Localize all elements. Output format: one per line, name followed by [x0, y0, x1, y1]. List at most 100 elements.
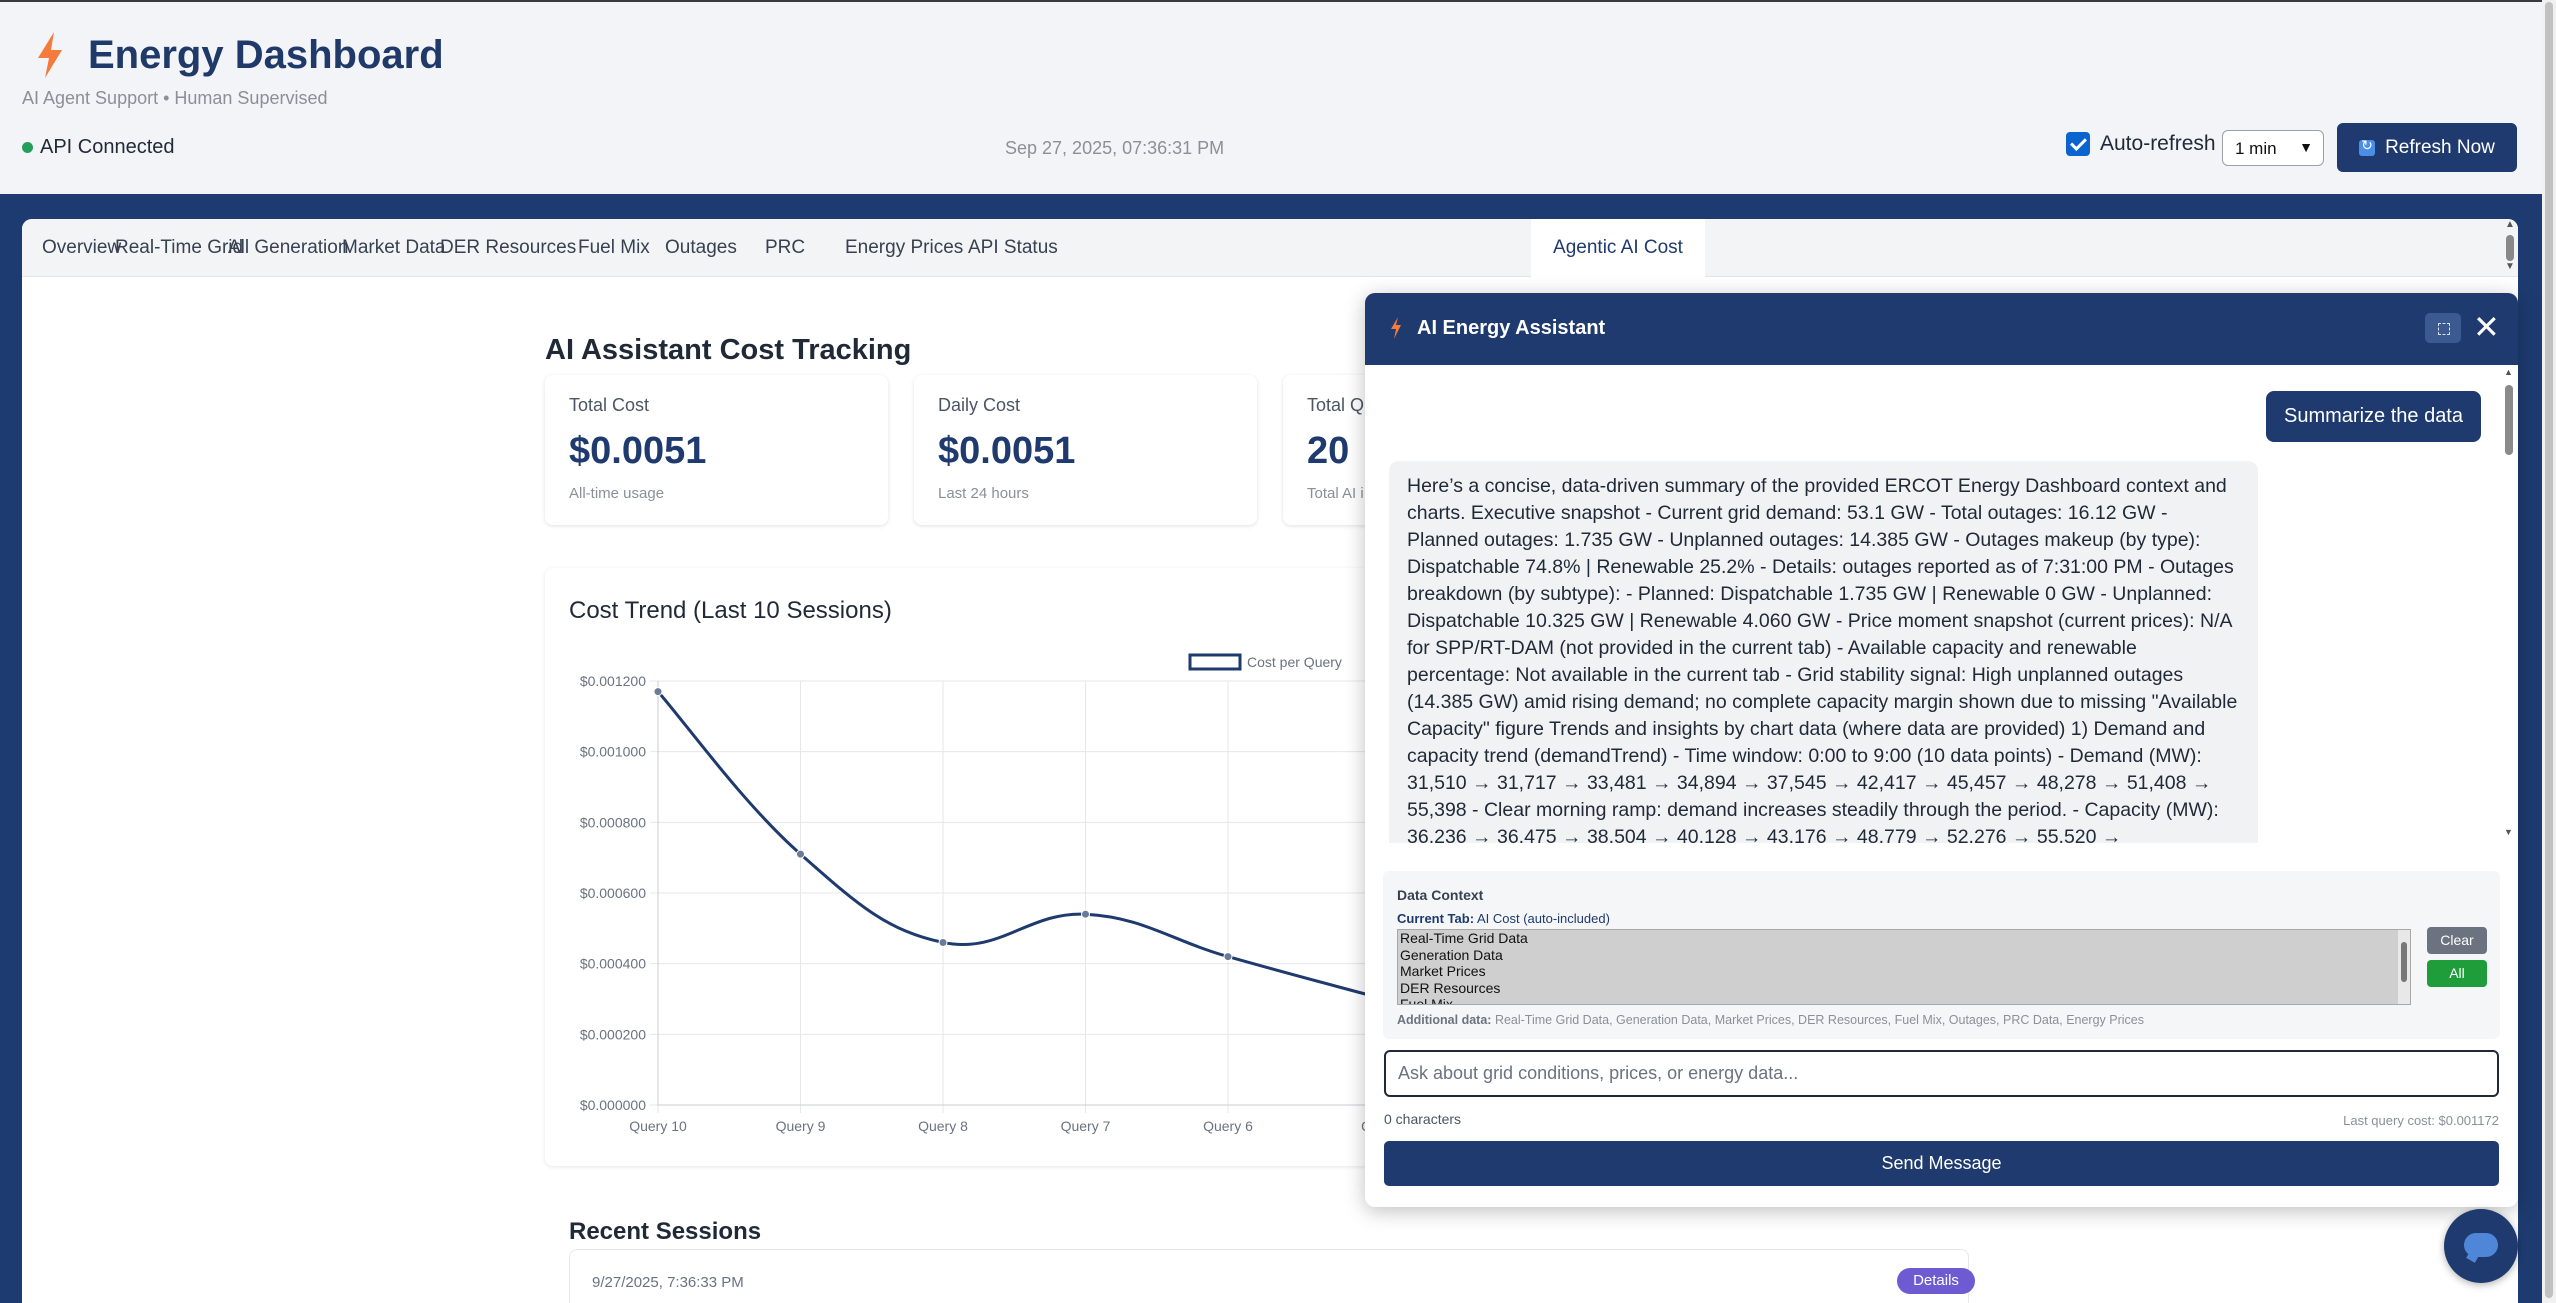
list-item[interactable]: Market Prices [1398, 963, 2410, 980]
data-context-panel: Data Context Current Tab: AI Cost (auto-… [1383, 871, 2500, 1039]
x-tick-label: Query 8 [918, 1118, 968, 1134]
character-count: 0 characters [1384, 1111, 1462, 1127]
scroll-up-icon[interactable]: ▲ [2504, 367, 2513, 377]
refresh-interval-value: 1 min [2235, 139, 2277, 158]
list-item[interactable]: Fuel Mix [1398, 996, 2410, 1004]
tab-fuel-mix-visible[interactable]: Fuel Mix [578, 219, 650, 277]
scroll-thumb[interactable] [2505, 385, 2513, 455]
refresh-now-button[interactable]: Refresh Now [2337, 123, 2517, 172]
daily-cost-card: Daily Cost $0.0051 Last 24 hours [914, 375, 1257, 525]
list-item[interactable]: DER Resources [1398, 980, 2410, 997]
list-item[interactable]: Real-Time Grid Data [1398, 930, 2410, 947]
app-title: Energy Dashboard [88, 32, 444, 77]
x-tick-label: Query 7 [1061, 1118, 1111, 1134]
tab-prc[interactable]: PRC [765, 219, 805, 277]
current-tab-label: Current Tab: [1397, 911, 1475, 926]
tab-all-generation[interactable]: All Generation [228, 219, 348, 277]
y-tick-label: $0.000600 [580, 885, 646, 901]
auto-refresh-checkbox[interactable] [2066, 132, 2090, 156]
refresh-now-label: Refresh Now [2385, 136, 2495, 158]
card-label: Daily Cost [938, 395, 1021, 415]
scroll-down-icon[interactable]: ▼ [2504, 827, 2513, 837]
chat-input[interactable]: Ask about grid conditions, prices, or en… [1384, 1050, 2499, 1097]
expand-icon[interactable] [2425, 313, 2461, 343]
chat-toggle-button[interactable] [2444, 1209, 2518, 1283]
data-point [653, 687, 663, 697]
card-value: $0.0051 [938, 430, 1076, 472]
card-label: Total Cost [569, 395, 650, 415]
x-tick-label: Query 10 [629, 1118, 687, 1134]
list-scrollbar[interactable] [2398, 930, 2410, 1004]
additional-data-label: Additional data: [1397, 1013, 1492, 1027]
app-header: Energy Dashboard AI Agent Support • Huma… [0, 0, 2556, 194]
api-status-label: API Connected [40, 136, 175, 158]
chevron-down-icon: ▼ [2299, 139, 2313, 155]
legend-label: Cost per Query [1247, 654, 1342, 670]
tab-real-time-grid[interactable]: Real-Time Grid [115, 219, 243, 277]
y-tick-label: $0.000400 [580, 956, 646, 972]
card-subtext: All-time usage [569, 485, 665, 502]
additional-data: Additional data: Real-Time Grid Data, Ge… [1397, 1013, 2144, 1027]
scroll-thumb[interactable] [2506, 235, 2514, 261]
all-button[interactable]: All [2427, 960, 2487, 987]
series-line [656, 690, 1371, 997]
scroll-down-icon[interactable]: ▼ [2505, 261, 2515, 272]
close-icon[interactable]: ✕ [2473, 309, 2500, 345]
tab-overview[interactable]: Overview [42, 219, 121, 277]
data-point [938, 937, 948, 947]
tab-market-data[interactable]: Market Data [342, 219, 445, 277]
additional-data-value: Real-Time Grid Data, Generation Data, Ma… [1494, 1013, 2145, 1027]
page-scrollbar[interactable] [2542, 0, 2556, 1303]
user-message: Summarize the data [2266, 391, 2481, 442]
card-value: $0.0051 [569, 430, 707, 472]
y-tick-label: $0.001200 [580, 673, 646, 689]
data-point [796, 849, 805, 859]
details-button[interactable]: Details [1897, 1268, 1975, 1294]
card-subtext: Last 24 hours [938, 485, 1029, 502]
recent-sessions-title: Recent Sessions [569, 1218, 762, 1245]
assistant-message: Here’s a concise, data-driven summary of… [1389, 461, 2258, 843]
y-tick-label: $0.001000 [580, 744, 646, 760]
y-tick-label: $0.000000 [580, 1097, 646, 1113]
tabs-scrollbar[interactable]: ▲ ▼ [2504, 219, 2516, 273]
legend-swatch [1188, 653, 1242, 671]
data-context-select[interactable]: Real-Time Grid Data Generation Data Mark… [1397, 929, 2411, 1005]
clear-button[interactable]: Clear [2427, 927, 2487, 954]
lightning-bolt-icon [38, 32, 62, 78]
chat-messages[interactable]: Summarize the data Here’s a concise, dat… [1365, 365, 2518, 843]
chat-header: AI Energy Assistant ✕ [1365, 293, 2518, 365]
session-date: 9/27/2025, 7:36:33 PM [592, 1274, 744, 1291]
auto-refresh-label: Auto-refresh [2100, 132, 2216, 155]
table-row[interactable]: 9/27/2025, 7:36:33 PM Details [569, 1249, 1975, 1303]
tab-outages[interactable]: Outages [665, 219, 737, 277]
refresh-icon [2359, 137, 2376, 156]
current-tab-value: AI Cost (auto-included) [1476, 911, 1610, 926]
lightning-bolt-icon [1391, 317, 1401, 339]
data-context-title: Data Context [1397, 887, 1484, 903]
tab-bar: Overview Real-Time Grid All Generation M… [22, 219, 2518, 277]
x-tick-label: Query 9 [776, 1118, 826, 1134]
tab-energy-prices[interactable]: Energy Prices [845, 219, 963, 277]
auto-refresh-toggle[interactable]: Auto-refresh [2066, 132, 2216, 156]
list-item[interactable]: Generation Data [1398, 947, 2410, 964]
scroll-thumb[interactable] [2401, 942, 2407, 982]
total-cost-card: Total Cost $0.0051 All-time usage [545, 375, 888, 525]
tab-agentic-ai-cost[interactable]: Agentic AI Cost [1531, 219, 1705, 277]
y-tick-label: $0.000800 [580, 814, 646, 830]
refresh-interval-select[interactable]: 1 min ▼ [2222, 130, 2324, 166]
app-subtitle: AI Agent Support • Human Supervised [22, 88, 328, 108]
chat-title: AI Energy Assistant [1417, 317, 1606, 339]
api-status: API Connected [22, 136, 175, 159]
last-query-cost: Last query cost: $0.001172 [2343, 1113, 2499, 1128]
page-title: AI Assistant Cost Tracking [545, 334, 912, 366]
scroll-thumb[interactable] [2545, 2, 2553, 1298]
x-tick-label: Query 6 [1203, 1118, 1253, 1134]
send-message-button[interactable]: Send Message [1384, 1141, 2499, 1186]
ai-assistant-panel: AI Energy Assistant ✕ Summarize the data… [1365, 293, 2518, 1207]
last-updated-timestamp: Sep 27, 2025, 07:36:31 PM [1005, 138, 1225, 158]
chat-scrollbar[interactable]: ▲ ▼ [2502, 365, 2516, 843]
tab-api-status-visible[interactable]: API Status [968, 219, 1058, 277]
scroll-up-icon[interactable]: ▲ [2505, 219, 2515, 230]
tab-der-resources[interactable]: DER Resources [440, 219, 576, 277]
status-dot-icon [22, 142, 33, 153]
